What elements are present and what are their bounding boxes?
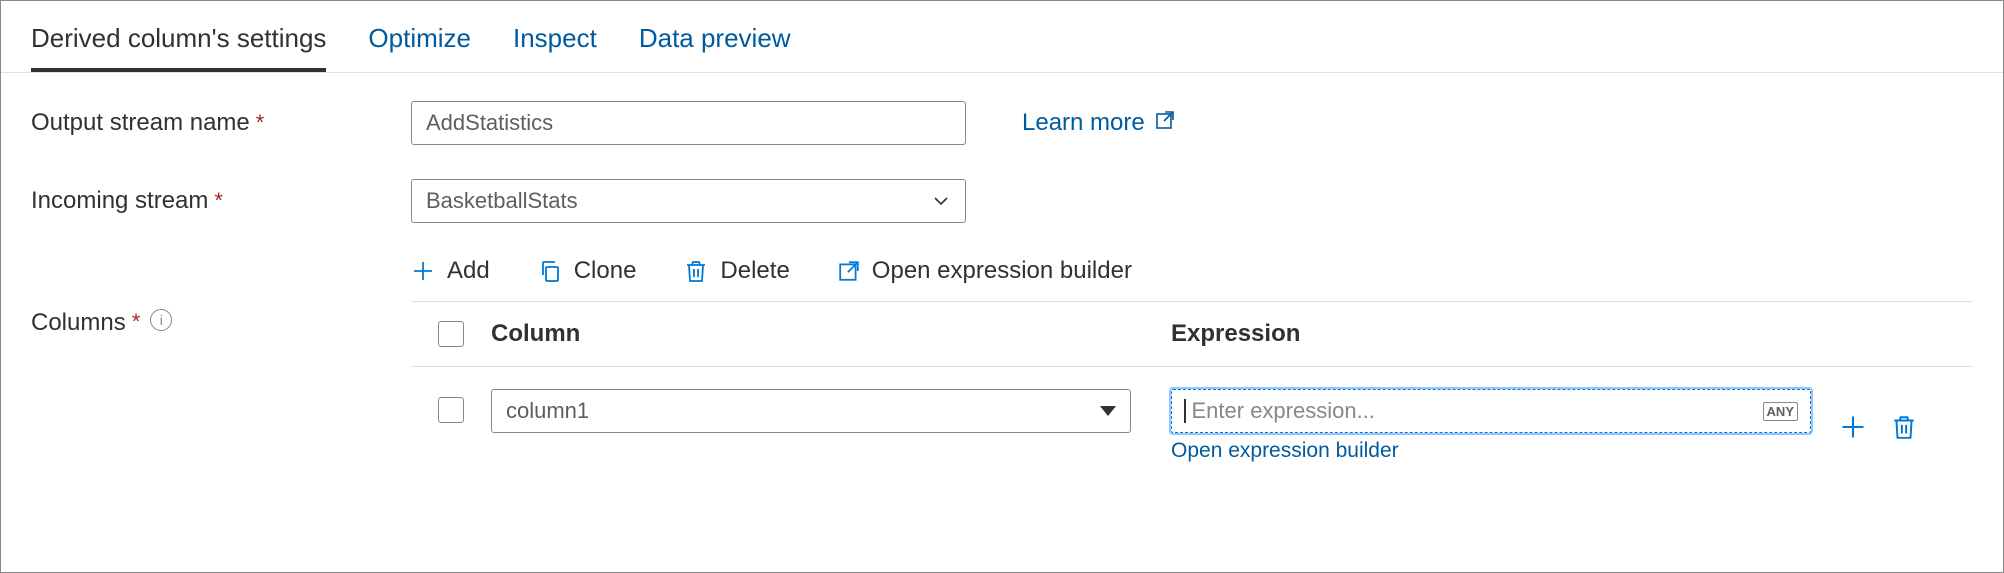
copy-icon [538, 259, 562, 283]
clone-button[interactable]: Clone [538, 257, 637, 285]
tab-bar: Derived column's settings Optimize Inspe… [1, 1, 2003, 73]
open-expression-builder-link[interactable]: Open expression builder [1171, 439, 1811, 463]
external-link-icon [838, 260, 860, 282]
tab-optimize[interactable]: Optimize [368, 23, 471, 72]
table-row: column1 Enter expression... ANY Open exp… [411, 367, 1973, 463]
columns-label: Columns * i [31, 303, 411, 337]
external-link-icon [1155, 109, 1175, 137]
required-mark-icon: * [256, 110, 265, 136]
header-expression: Expression [1171, 320, 1973, 348]
row-checkbox[interactable] [438, 397, 464, 423]
incoming-stream-row: Incoming stream * BasketballStats [31, 179, 1973, 223]
add-row-button[interactable] [1839, 413, 1867, 446]
output-stream-row: Output stream name * Learn more [31, 101, 1973, 145]
expression-input[interactable]: Enter expression... ANY [1171, 389, 1811, 433]
learn-more-link[interactable]: Learn more [1022, 109, 1175, 137]
delete-row-button[interactable] [1891, 414, 1917, 445]
plus-icon [411, 259, 435, 283]
required-mark-icon: * [214, 188, 223, 214]
incoming-stream-select[interactable]: BasketballStats [411, 179, 966, 223]
any-type-badge: ANY [1763, 402, 1798, 421]
column-name-select[interactable]: column1 [491, 389, 1131, 433]
columns-toolbar: Add Clone D [411, 257, 1973, 285]
caret-down-icon [1100, 406, 1116, 416]
tab-derived-column-settings[interactable]: Derived column's settings [31, 23, 326, 72]
tab-inspect[interactable]: Inspect [513, 23, 597, 72]
select-all-checkbox[interactable] [438, 321, 464, 347]
settings-form: Output stream name * Learn more Incoming… [1, 73, 2003, 463]
chevron-down-icon [931, 191, 951, 211]
required-mark-icon: * [132, 309, 141, 335]
columns-table: Column Expression column1 En [411, 301, 1973, 463]
derived-column-settings-panel: Derived column's settings Optimize Inspe… [0, 0, 2004, 573]
text-cursor-icon [1184, 399, 1186, 423]
info-icon[interactable]: i [150, 309, 172, 331]
output-stream-input[interactable] [411, 101, 966, 145]
tab-data-preview[interactable]: Data preview [639, 23, 791, 72]
row-actions [1839, 407, 1917, 446]
incoming-stream-label: Incoming stream * [31, 187, 411, 215]
delete-button[interactable]: Delete [684, 257, 789, 285]
trash-icon [684, 259, 708, 283]
add-button[interactable]: Add [411, 257, 490, 285]
open-expression-builder-button[interactable]: Open expression builder [838, 257, 1132, 285]
header-column: Column [491, 320, 1171, 348]
columns-table-header: Column Expression [411, 302, 1973, 367]
output-stream-label: Output stream name * [31, 109, 411, 137]
